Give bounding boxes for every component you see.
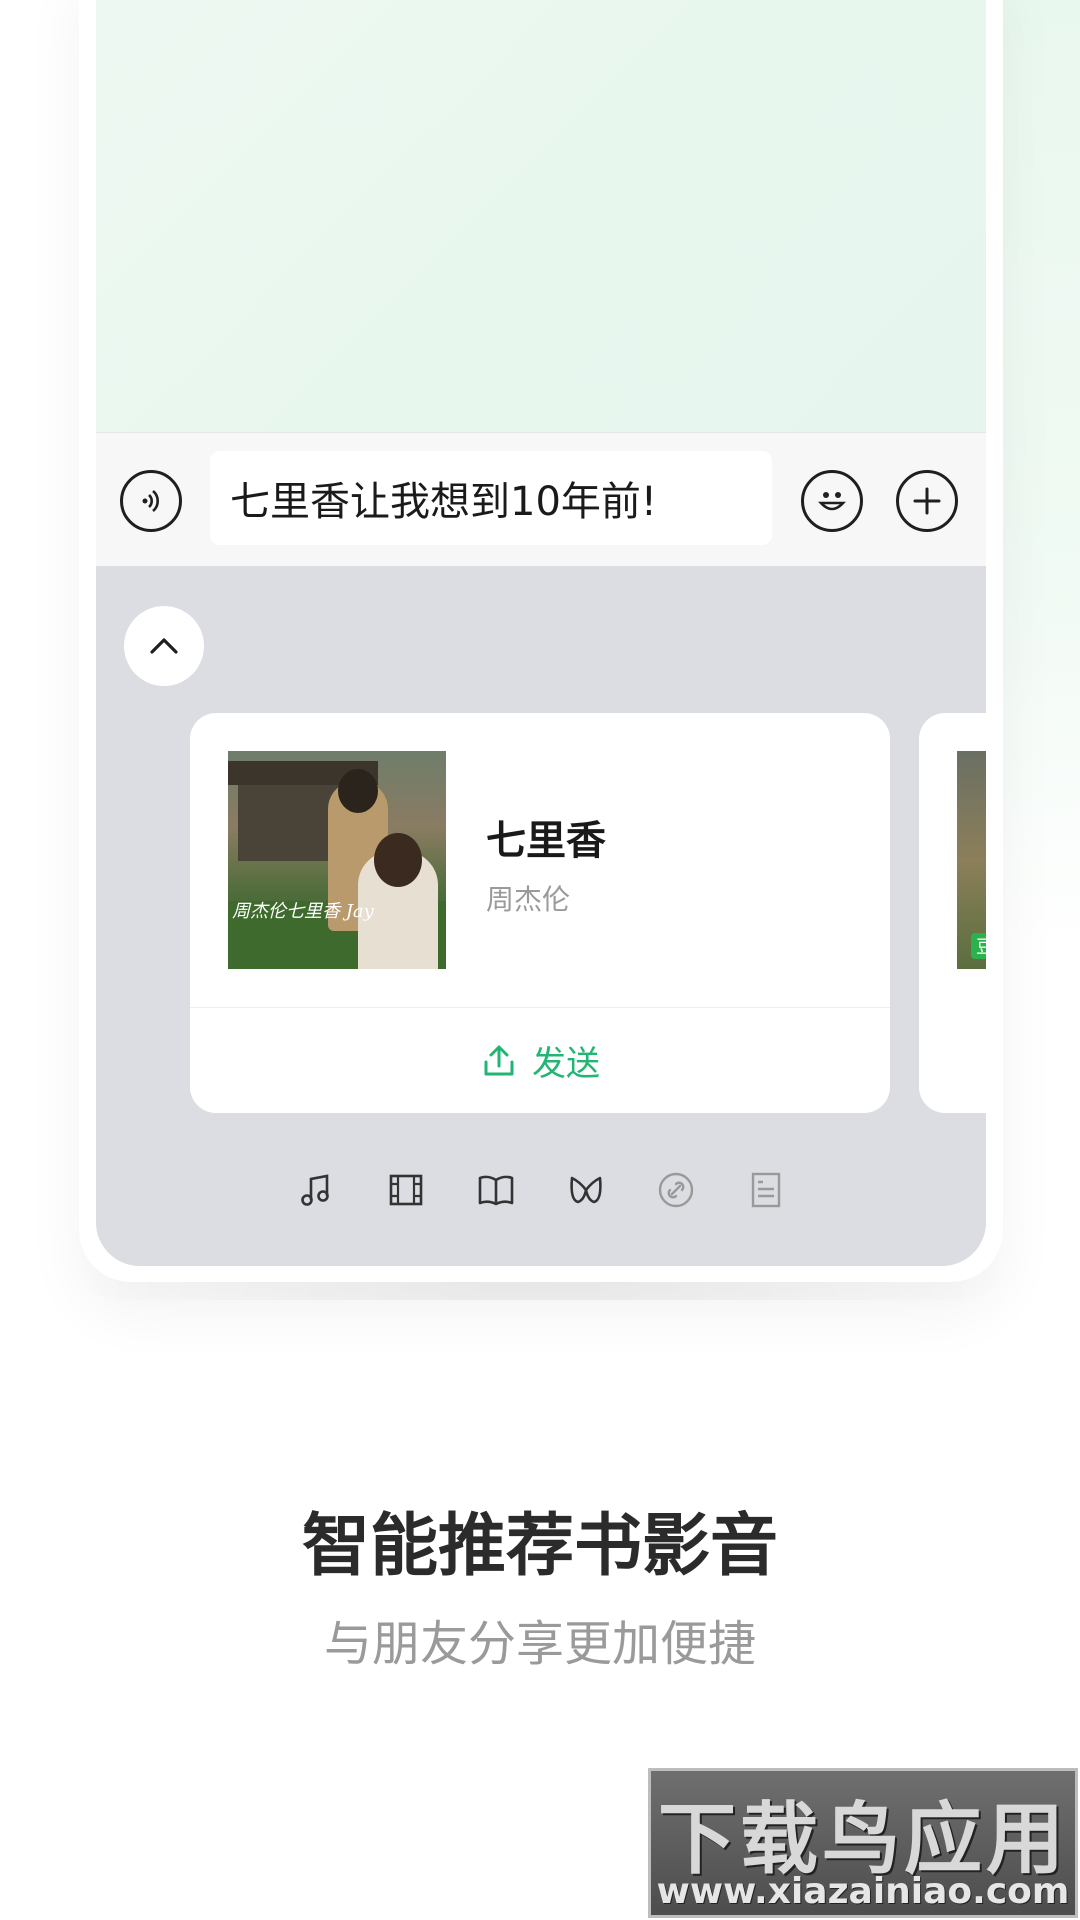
plus-button[interactable] [896,470,958,532]
album-cover: 周杰伦七里香 Jay [228,751,446,969]
bow-tie-icon [570,1176,602,1204]
send-button[interactable]: 发送 [190,1008,890,1113]
category-tabs [96,1160,986,1220]
collapse-button[interactable] [124,606,204,686]
album-cover-text: 周杰伦七里香 Jay [232,901,374,922]
tab-link[interactable] [652,1166,700,1214]
voice-icon [142,490,159,512]
voice-button[interactable] [120,470,182,532]
promo-headline: 智能推荐书影音 [301,1507,778,1586]
phone-screen: 七里香让我想到10年前! 周杰伦七里香 Jay 七里香 周杰伦 发送 豆 [96,0,986,1266]
message-text: 七里香让我想到10年前! [230,479,657,525]
film-icon [389,1174,423,1206]
tab-movie[interactable] [382,1166,430,1214]
next-card[interactable]: 豆 [919,713,986,1113]
tab-channel[interactable] [562,1166,610,1214]
smiley-icon [818,492,846,511]
tab-book[interactable] [472,1166,520,1214]
music-note-icon [301,1174,329,1206]
chat-area [96,0,986,432]
site-watermark: 下载鸟应用 www.xiazainiao.com [648,1768,1078,1918]
link-icon [658,1172,694,1208]
tab-music[interactable] [292,1166,340,1214]
song-artist: 周杰伦 [486,883,571,916]
message-input[interactable]: 七里香让我想到10年前! [210,451,772,545]
document-icon [751,1172,781,1208]
promo-subline: 与朋友分享更加便捷 [323,1616,756,1672]
send-label: 发送 [532,1044,600,1084]
book-icon [478,1175,514,1206]
chevron-up-icon [150,638,178,654]
share-upload-icon [484,1045,514,1075]
recommendation-panel: 周杰伦七里香 Jay 七里香 周杰伦 发送 豆 [96,566,986,1266]
song-card[interactable]: 周杰伦七里香 Jay 七里香 周杰伦 发送 [190,713,890,1113]
plus-icon [913,487,941,515]
song-title: 七里香 [486,818,606,864]
douban-badge: 豆 [971,933,986,959]
input-bar: 七里香让我想到10年前! [96,432,986,567]
emoji-button[interactable] [801,470,863,532]
tab-document[interactable] [742,1166,790,1214]
watermark-url: www.xiazainiao.com [656,1871,1070,1912]
